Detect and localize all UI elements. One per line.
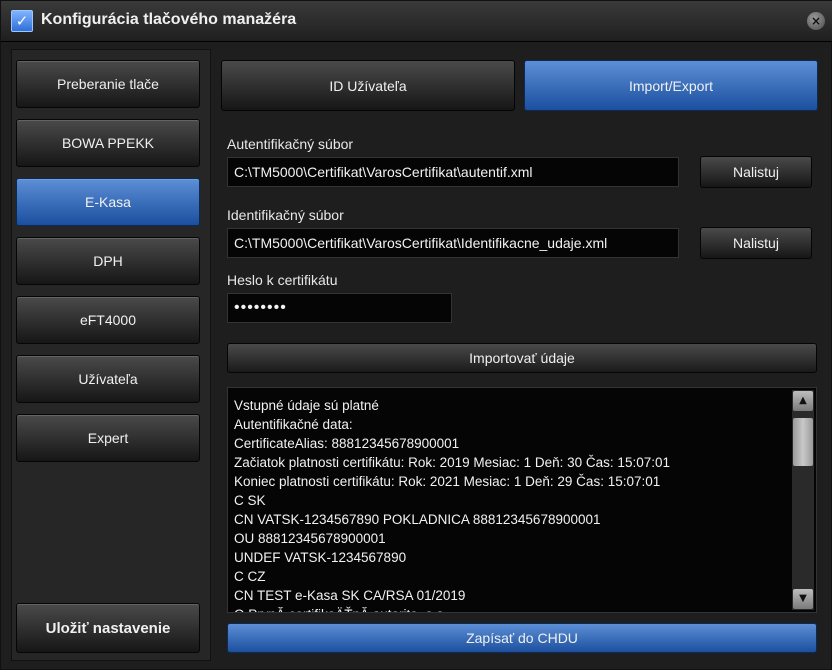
password-label: Heslo k certifikátu — [227, 272, 338, 288]
auth-file-field[interactable]: C:\TM5000\Certifikat\VarosCertifikat\aut… — [227, 157, 679, 187]
sidebar-item-bowa-ppekk[interactable]: BOWA PPEKK — [16, 119, 200, 167]
log-output[interactable]: Vstupné údaje sú platné Autentifikačné d… — [227, 387, 817, 613]
close-icon[interactable]: × — [807, 12, 825, 30]
ident-file-label: Identifikačný súbor — [227, 207, 344, 223]
log-line: Koniec platnosti certifikátu: Rok: 2021 … — [234, 474, 661, 489]
write-to-chdu-button[interactable]: Zapísať do CHDU — [227, 623, 817, 653]
log-line: C CZ — [234, 569, 266, 584]
log-line: C SK — [234, 493, 266, 508]
scroll-up-icon[interactable]: ▲ — [793, 391, 813, 411]
sidebar-item-preberanie-tlace[interactable]: Preberanie tlače — [16, 60, 200, 108]
save-settings-button[interactable]: Uložiť nastavenie — [16, 603, 200, 653]
sidebar-item-eft4000[interactable]: eFT4000 — [16, 296, 200, 344]
sidebar-item-expert[interactable]: Expert — [16, 414, 200, 462]
sidebar-item-dph[interactable]: DPH — [16, 237, 200, 285]
tab-import-export[interactable]: Import/Export — [524, 60, 818, 111]
tab-id-uzivatela[interactable]: ID Užívateľa — [221, 60, 515, 111]
checkmark-icon: ✓ — [11, 10, 33, 32]
password-field[interactable]: •••••••• — [227, 293, 452, 323]
log-lines: Vstupné údaje sú platné Autentifikačné d… — [234, 396, 786, 612]
log-line: OU 88812345678900001 — [234, 531, 386, 546]
log-line: Vstupné údaje sú platné — [234, 398, 379, 413]
log-line: CN TEST e-Kasa SK CA/RSA 01/2019 — [234, 588, 466, 603]
log-line: UNDEF VATSK-1234567890 — [234, 550, 407, 565]
log-line: CN VATSK-1234567890 POKLADNICA 888123456… — [234, 512, 601, 527]
browse-auth-button[interactable]: Nalistuj — [700, 156, 812, 188]
window-title: Konfigurácia tlačového manažéra — [41, 11, 297, 28]
log-line: CertificateAlias: 88812345678900001 — [234, 436, 460, 451]
sidebar-item-uzivatela[interactable]: Užívateľa — [16, 355, 200, 403]
browse-ident-button[interactable]: Nalistuj — [700, 227, 812, 259]
sidebar-item-e-kasa[interactable]: E-Kasa — [16, 178, 200, 226]
scroll-thumb[interactable] — [793, 418, 813, 466]
ident-file-field[interactable]: C:\TM5000\Certifikat\VarosCertifikat\Ide… — [227, 228, 679, 258]
auth-file-label: Autentifikačný súbor — [227, 136, 354, 152]
log-line: O PrvnĂ­ certifikaÄŤnĂ­ autorita, a.s. — [234, 605, 786, 612]
log-line: Autentifikačné data: — [234, 417, 353, 432]
import-data-button[interactable]: Importovať údaje — [227, 343, 817, 373]
scroll-down-icon[interactable]: ▼ — [793, 589, 813, 609]
log-scrollbar[interactable]: ▲ ▼ — [792, 390, 814, 610]
title-bar[interactable]: ✓ Konfigurácia tlačového manažéra × — [1, 1, 832, 42]
log-line: Začiatok platnosti certifikátu: Rok: 201… — [234, 455, 670, 470]
config-window: ✓ Konfigurácia tlačového manažéra × Preb… — [0, 0, 832, 670]
